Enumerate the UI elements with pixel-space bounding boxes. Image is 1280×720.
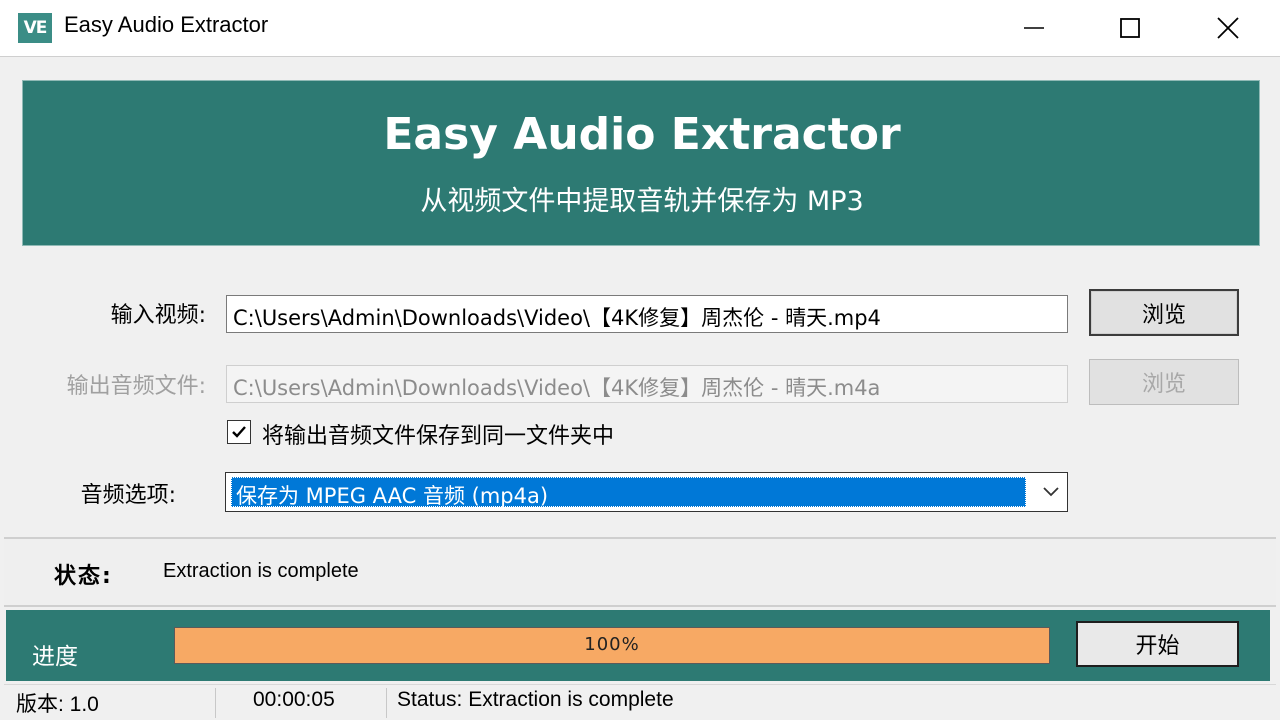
banner-title: Easy Audio Extractor (383, 109, 901, 160)
elapsed-time: 00:00:05 (253, 688, 335, 711)
output-audio-label: 输出音频文件: (66, 374, 206, 399)
progress-label: 进度 (32, 644, 78, 670)
audio-options-label: 音频选项: (80, 483, 176, 508)
output-audio-field: C:\Users\Admin\Downloads\Video\【4K修复】周杰伦… (226, 365, 1068, 403)
progress-bar: 100% (174, 627, 1050, 664)
status-bar-divider (386, 688, 387, 718)
banner-subtitle: 从视频文件中提取音轨并保存为 MP3 (420, 186, 864, 217)
same-folder-label[interactable]: 将输出音频文件保存到同一文件夹中 (262, 418, 614, 450)
browse-input-button[interactable]: 浏览 (1089, 289, 1239, 336)
window-title: Easy Audio Extractor (64, 12, 269, 37)
maximize-icon (1120, 18, 1140, 38)
audio-options-select[interactable]: 保存为 MPEG AAC 音频 (mp4a) (225, 472, 1068, 512)
checkmark-icon (232, 426, 246, 438)
browse-output-button: 浏览 (1089, 359, 1239, 405)
same-folder-checkbox[interactable] (227, 420, 251, 444)
input-video-field[interactable]: C:\Users\Admin\Downloads\Video\【4K修复】周杰伦… (226, 295, 1068, 333)
progress-percent: 100% (584, 634, 640, 655)
audio-options-value: 保存为 MPEG AAC 音频 (mp4a) (231, 477, 1026, 508)
status-bar-divider (215, 688, 216, 718)
minimize-icon (1024, 27, 1044, 29)
status-bar-message: Status: Extraction is complete (397, 688, 674, 711)
status-label: 状态: (54, 564, 113, 589)
header-banner: Easy Audio Extractor 从视频文件中提取音轨并保存为 MP3 (22, 80, 1260, 246)
close-icon (1217, 17, 1239, 39)
close-button[interactable] (1180, 0, 1276, 56)
status-text: Extraction is complete (163, 560, 359, 582)
maximize-button[interactable] (1082, 0, 1178, 56)
version-text: 版本: 1.0 (16, 693, 99, 716)
start-button[interactable]: 开始 (1076, 621, 1239, 667)
input-video-label: 输入视频: (110, 303, 206, 328)
minimize-button[interactable] (986, 0, 1082, 56)
app-icon: VE (18, 13, 52, 43)
app-icon-text: VE (23, 18, 48, 38)
chevron-down-icon[interactable] (1034, 473, 1068, 511)
